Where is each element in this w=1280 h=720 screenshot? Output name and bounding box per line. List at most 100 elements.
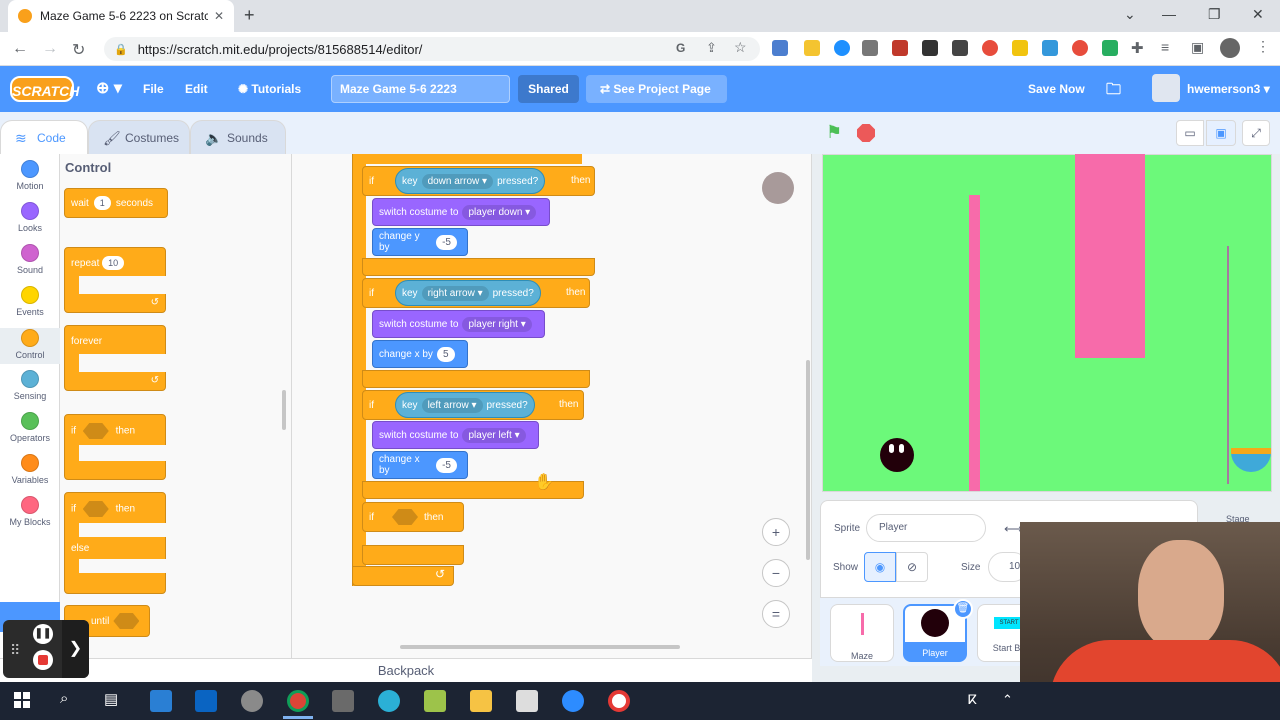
key-dropdown[interactable]: down arrow ▾	[421, 173, 494, 189]
scratch-logo[interactable]: SCRATCH	[10, 76, 79, 102]
taskbar-drive-icon[interactable]	[470, 690, 492, 712]
taskbar-paint-icon[interactable]	[241, 690, 263, 712]
extension-translate-icon[interactable]	[772, 40, 788, 56]
zoom-in-button[interactable]: +	[762, 518, 790, 546]
drag-handle-icon[interactable]: ⠿	[10, 642, 20, 659]
costume-dropdown[interactable]: player down ▾	[462, 204, 537, 220]
category-sound[interactable]: Sound	[0, 244, 60, 275]
extension-compass-icon[interactable]	[834, 40, 850, 56]
taskbar-chrome-icon[interactable]	[287, 690, 309, 712]
extension-record-icon[interactable]	[982, 40, 998, 56]
profile-avatar[interactable]	[1220, 38, 1240, 58]
costume-dropdown[interactable]: player left ▾	[462, 427, 526, 443]
large-stage-icon[interactable]: ▣	[1206, 120, 1236, 146]
project-title-input[interactable]: Maze Game 5-6 2223	[331, 75, 510, 103]
backpack[interactable]: Backpack	[0, 658, 812, 682]
maximize-icon[interactable]: ❐	[1208, 6, 1221, 23]
side-panel-icon[interactable]: ▣	[1191, 39, 1204, 56]
shared-button[interactable]: Shared	[518, 75, 579, 103]
repeat-block[interactable]: repeat 10 ↺	[64, 247, 167, 313]
forward-icon[interactable]: →	[42, 40, 58, 58]
small-stage-icon[interactable]: ▭	[1176, 120, 1204, 146]
workspace-vertical-scrollbar[interactable]	[806, 360, 810, 560]
taskbar-d-icon[interactable]	[424, 690, 446, 712]
change-y-value[interactable]: -5	[436, 234, 457, 250]
task-view-icon[interactable]: ▤	[104, 690, 118, 708]
wait-value[interactable]: 1	[93, 196, 111, 210]
player-sprite[interactable]	[880, 438, 914, 472]
taskbar-calculator-icon[interactable]	[332, 690, 354, 712]
tab-costumes[interactable]: 🖌 Costumes	[88, 120, 190, 154]
hide-eye-slash-icon[interactable]: ⊘	[896, 552, 928, 582]
change-x-block[interactable]: change x by -5	[372, 451, 468, 479]
key-pressed-sensor[interactable]: key left arrow ▾ pressed?	[395, 392, 535, 418]
category-events[interactable]: Events	[0, 286, 60, 317]
save-now-button[interactable]: Save Now	[1028, 82, 1085, 96]
taskbar-camera-icon[interactable]	[516, 690, 538, 712]
key-dropdown[interactable]: left arrow ▾	[421, 397, 483, 413]
user-avatar[interactable]	[1152, 74, 1180, 102]
extension-sticky-icon[interactable]	[804, 40, 820, 56]
tab-search-icon[interactable]: ⌄	[1124, 6, 1136, 23]
taskbar-recorder-icon[interactable]	[608, 690, 630, 712]
empty-if-block[interactable]: if then	[362, 502, 464, 532]
switch-costume-block[interactable]: switch costume to player left ▾	[372, 421, 539, 449]
windows-start-icon[interactable]	[14, 692, 30, 708]
forever-block[interactable]: forever ↺	[64, 325, 167, 391]
category-sensing[interactable]: Sensing	[0, 370, 60, 401]
change-x-block[interactable]: change x by 5	[372, 340, 468, 368]
sprite-thumb-maze[interactable]: Maze	[830, 604, 894, 662]
username-menu[interactable]: hwemerson3 ▾	[1187, 82, 1270, 96]
key-pressed-sensor[interactable]: key right arrow ▾ pressed?	[395, 280, 541, 306]
reload-icon[interactable]: ↻	[72, 40, 85, 60]
extension-glasses-icon[interactable]	[952, 40, 968, 56]
sprite-name-input[interactable]: Player	[866, 514, 986, 542]
category-my-blocks[interactable]: My Blocks	[0, 496, 60, 527]
delete-sprite-trash-icon[interactable]: 🗑	[953, 599, 973, 619]
new-tab-icon[interactable]: +	[244, 5, 255, 26]
extension-grid-icon[interactable]	[862, 40, 878, 56]
people-icon[interactable]: ⴽ	[968, 692, 977, 708]
back-icon[interactable]: ←	[12, 40, 28, 58]
category-variables[interactable]: Variables	[0, 454, 60, 485]
switch-costume-block[interactable]: switch costume to player right ▾	[372, 310, 545, 338]
extension-stop-icon[interactable]	[1072, 40, 1088, 56]
url-input[interactable]: 🔒 https://scratch.mit.edu/projects/81568…	[104, 37, 760, 61]
file-menu[interactable]: File	[143, 82, 164, 96]
bookmark-star-icon[interactable]: ☆	[734, 39, 747, 56]
browser-tab[interactable]: Maze Game 5-6 2223 on Scratch ✕	[8, 0, 234, 32]
green-flag-icon[interactable]: ⚑	[826, 122, 842, 143]
close-window-icon[interactable]: ✕	[1252, 6, 1264, 23]
if-left-block[interactable]: if key left arrow ▾ pressed? then	[362, 390, 584, 420]
show-visible-eye-icon[interactable]: ◉	[864, 552, 896, 582]
if-then-block[interactable]: if then	[64, 414, 167, 480]
extensions-puzzle-icon[interactable]: ✚	[1131, 39, 1144, 57]
palette-scrollbar[interactable]	[282, 390, 286, 430]
if-then-else-block[interactable]: if then else	[64, 492, 167, 594]
minimize-icon[interactable]: —	[1162, 6, 1176, 22]
category-motion[interactable]: Motion	[0, 160, 60, 191]
repeat-value[interactable]: 10	[102, 256, 125, 270]
see-project-page-button[interactable]: ⇄ See Project Page	[586, 75, 727, 103]
extension-face-icon[interactable]	[1102, 40, 1118, 56]
condition-slot[interactable]	[113, 613, 140, 629]
language-globe-icon[interactable]: ⊕ ▾	[96, 78, 122, 98]
close-tab-icon[interactable]: ✕	[214, 9, 224, 23]
expand-chevron-icon[interactable]: ❯	[62, 620, 89, 678]
change-x-value[interactable]: 5	[436, 346, 455, 362]
taskbar-zoom-icon[interactable]	[562, 690, 584, 712]
if-right-block[interactable]: if key right arrow ▾ pressed? then	[362, 278, 590, 308]
key-pressed-sensor[interactable]: key down arrow ▾ pressed?	[395, 168, 546, 194]
key-dropdown[interactable]: right arrow ▾	[421, 285, 489, 301]
switch-costume-block[interactable]: switch costume to player down ▾	[372, 198, 550, 226]
extension-book-icon[interactable]	[892, 40, 908, 56]
tutorials-button[interactable]: ✺ Tutorials	[238, 82, 301, 96]
category-looks[interactable]: Looks	[0, 202, 60, 233]
zoom-out-button[interactable]: −	[762, 559, 790, 587]
pause-icon[interactable]: ❚❚	[33, 624, 53, 644]
tab-code[interactable]: ≋ Code	[0, 120, 88, 154]
workspace-horizontal-scrollbar[interactable]	[400, 645, 680, 649]
change-x-value[interactable]: -5	[436, 457, 457, 473]
share-icon[interactable]: ⇪	[706, 40, 717, 56]
google-icon[interactable]: G	[676, 41, 685, 55]
